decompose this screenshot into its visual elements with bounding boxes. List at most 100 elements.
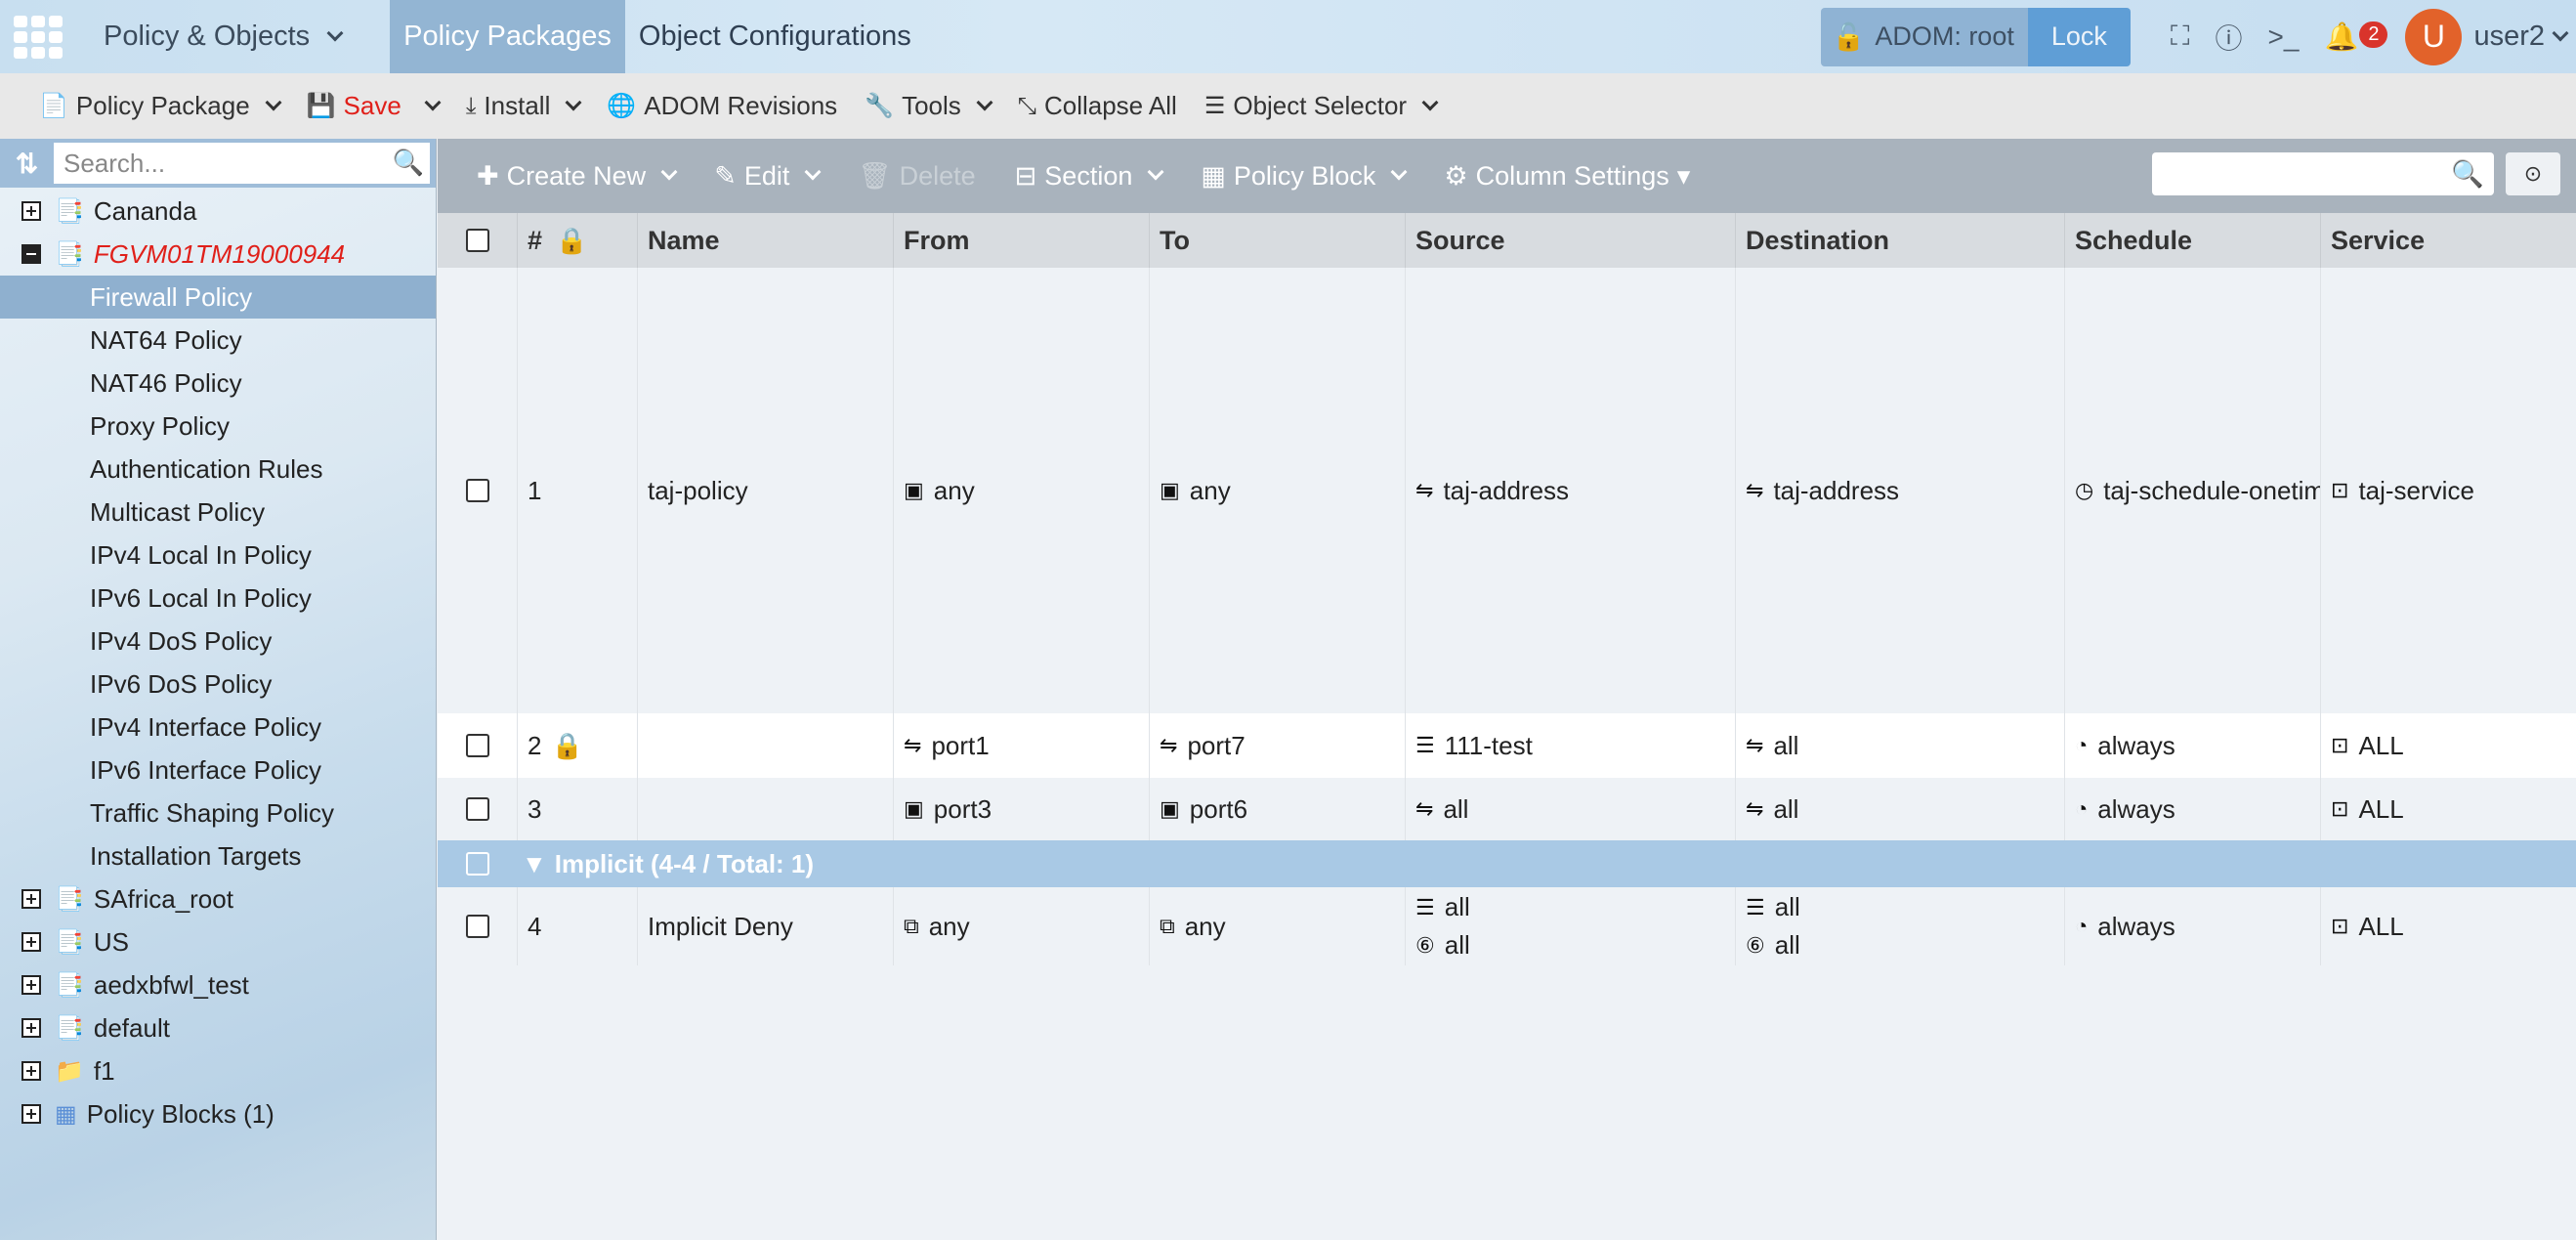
from-interface[interactable]: any <box>929 912 970 942</box>
module-menu[interactable]: Policy & Objects <box>104 21 344 53</box>
tree-item-ipv6-local-in-policy[interactable]: IPv6 Local In Policy <box>0 577 436 620</box>
tree-item-safrica-root[interactable]: 📑 SAfrica_root <box>0 877 436 920</box>
bell-icon[interactable]: 🔔 <box>2324 21 2358 53</box>
tools-menu[interactable]: 🔧 Tools <box>865 91 993 121</box>
tree-item-ipv4-dos-policy[interactable]: IPv4 DoS Policy <box>0 620 436 663</box>
expand-plus-icon[interactable] <box>21 201 41 221</box>
expand-plus-icon[interactable] <box>21 975 41 995</box>
user-menu[interactable]: user2 <box>2473 21 2569 53</box>
collapse-all-button[interactable]: ⤡ Collapse All <box>1018 91 1177 121</box>
column-header-to[interactable]: To <box>1150 213 1406 268</box>
schedule[interactable]: always <box>2097 794 2175 825</box>
help-icon[interactable]: ⓘ <box>2216 18 2243 57</box>
expand-plus-icon[interactable] <box>21 1104 41 1124</box>
collapse-triangle-icon[interactable]: ▼ <box>522 849 547 879</box>
tree-item-ipv4-interface-policy[interactable]: IPv4 Interface Policy <box>0 706 436 748</box>
edit-button[interactable]: ✎ Edit <box>714 161 822 192</box>
destination-address[interactable]: all <box>1773 794 1798 825</box>
expand-plus-icon[interactable] <box>21 932 41 952</box>
tree-item-default[interactable]: 📑 default <box>0 1006 436 1049</box>
expand-plus-icon[interactable] <box>21 1061 41 1081</box>
column-header-from[interactable]: From <box>894 213 1150 268</box>
source-address[interactable]: all <box>1445 930 1470 961</box>
service[interactable]: ALL <box>2358 794 2403 825</box>
source-address[interactable]: 111-test <box>1445 731 1533 761</box>
service[interactable]: ALL <box>2358 731 2403 761</box>
select-all-checkbox[interactable] <box>465 229 489 252</box>
tree-item-policy-blocks[interactable]: ▦ Policy Blocks (1) <box>0 1092 436 1135</box>
table-row[interactable]: 4 Implicit Deny ⧉ any ⧉ any ☰ all ⑥ all ☰ all… <box>438 887 2576 965</box>
tree-item-authentication-rules[interactable]: Authentication Rules <box>0 448 436 491</box>
sidebar-search-input[interactable]: Search... 🔍 <box>54 143 430 184</box>
tree-item-proxy-policy[interactable]: Proxy Policy <box>0 405 436 448</box>
expand-plus-icon[interactable] <box>21 889 41 909</box>
tree-item-fgvm[interactable]: 📑 FGVM01TM19000944 <box>0 233 436 276</box>
tree-item-ipv4-local-in-policy[interactable]: IPv4 Local In Policy <box>0 534 436 577</box>
tab-policy-packages[interactable]: Policy Packages <box>390 0 625 73</box>
search-icon[interactable]: 🔍 <box>2451 158 2484 190</box>
adom-revisions-button[interactable]: 🌐 ADOM Revisions <box>607 91 837 121</box>
source-address[interactable]: all <box>1443 794 1468 825</box>
implicit-section-row[interactable]: ▼ Implicit (4-4 / Total: 1) <box>438 840 2576 887</box>
policy-block-button[interactable]: ▦ Policy Block <box>1201 161 1408 192</box>
to-interface[interactable]: port7 <box>1187 731 1245 761</box>
schedule[interactable]: taj-schedule-onetime <box>2103 476 2320 506</box>
lock-button[interactable]: Lock <box>2027 7 2131 66</box>
column-header-name[interactable]: Name <box>638 213 894 268</box>
section-checkbox[interactable] <box>466 852 489 876</box>
source-address[interactable]: all <box>1445 892 1470 922</box>
cli-console-icon[interactable]: >_ <box>2268 21 2300 53</box>
tree-item-installation-targets[interactable]: Installation Targets <box>0 834 436 877</box>
tree-item-ipv6-interface-policy[interactable]: IPv6 Interface Policy <box>0 748 436 791</box>
create-new-button[interactable]: ✚ Create New <box>477 161 678 192</box>
tree-item-nat64-policy[interactable]: NAT64 Policy <box>0 319 436 362</box>
destination-address[interactable]: all <box>1775 930 1800 961</box>
to-interface[interactable]: port6 <box>1190 794 1247 825</box>
adom-selector[interactable]: 🔓 ADOM: root Lock <box>1820 7 2131 66</box>
tab-object-configurations[interactable]: Object Configurations <box>625 0 925 73</box>
tree-item-ipv6-dos-policy[interactable]: IPv6 DoS Policy <box>0 663 436 706</box>
notification-badge[interactable]: 2 <box>2359 21 2388 48</box>
policy-package-menu[interactable]: 📄 Policy Package <box>39 91 282 121</box>
column-header-service[interactable]: Service <box>2321 213 2576 268</box>
policy-name[interactable]: taj-policy <box>638 268 894 713</box>
to-interface[interactable]: any <box>1190 476 1231 506</box>
column-header-schedule[interactable]: Schedule <box>2065 213 2321 268</box>
column-header-source[interactable]: Source <box>1406 213 1736 268</box>
table-row[interactable]: 2 🔒 ⇋ port1 ⇋ port7 ☰ 111-test ⇋ all ◔ always… <box>438 713 2576 778</box>
delete-button[interactable]: 🗑 Delete <box>858 160 975 192</box>
table-row[interactable]: 3 ▣ port3 ▣ port6 ⇋ all ⇋ all ◔ always ⊡ ALL <box>438 778 2576 840</box>
collapse-minus-icon[interactable] <box>21 244 41 264</box>
row-checkbox[interactable] <box>465 915 489 938</box>
from-interface[interactable]: port1 <box>931 731 989 761</box>
policy-name[interactable]: Implicit Deny <box>638 887 894 965</box>
service[interactable]: ALL <box>2358 912 2403 942</box>
advanced-search-button[interactable]: ⊙ <box>2506 152 2560 195</box>
to-interface[interactable]: any <box>1185 912 1226 942</box>
column-settings-button[interactable]: ⚙ Column Settings ▾ <box>1444 161 1690 192</box>
tree-item-multicast-policy[interactable]: Multicast Policy <box>0 491 436 534</box>
sort-icon[interactable]: ⇅ <box>0 148 54 180</box>
tree-item-traffic-shaping-policy[interactable]: Traffic Shaping Policy <box>0 791 436 834</box>
row-checkbox[interactable] <box>465 734 489 757</box>
from-interface[interactable]: any <box>934 476 975 506</box>
tree-item-f1[interactable]: 📁 f1 <box>0 1049 436 1092</box>
policy-name[interactable] <box>638 713 894 778</box>
save-button[interactable]: 💾 Save <box>307 91 442 121</box>
tree-item-aedxbfwl-test[interactable]: 📑 aedxbfwl_test <box>0 963 436 1006</box>
install-menu[interactable]: ⤓ Install <box>466 91 582 121</box>
tree-item-us[interactable]: 📑 US <box>0 920 436 963</box>
avatar[interactable]: U <box>2405 8 2463 65</box>
row-checkbox[interactable] <box>465 797 489 821</box>
destination-address[interactable]: all <box>1775 892 1800 922</box>
policy-name[interactable] <box>638 778 894 840</box>
app-grid-icon[interactable] <box>10 15 66 59</box>
from-interface[interactable]: port3 <box>934 794 992 825</box>
column-header-destination[interactable]: Destination <box>1736 213 2065 268</box>
schedule[interactable]: always <box>2097 731 2175 761</box>
destination-address[interactable]: taj-address <box>1773 476 1899 506</box>
fullscreen-icon[interactable]: ⛶ <box>2171 21 2190 53</box>
destination-address[interactable]: all <box>1773 731 1798 761</box>
tree-item-nat46-policy[interactable]: NAT46 Policy <box>0 362 436 405</box>
schedule[interactable]: always <box>2097 912 2175 942</box>
